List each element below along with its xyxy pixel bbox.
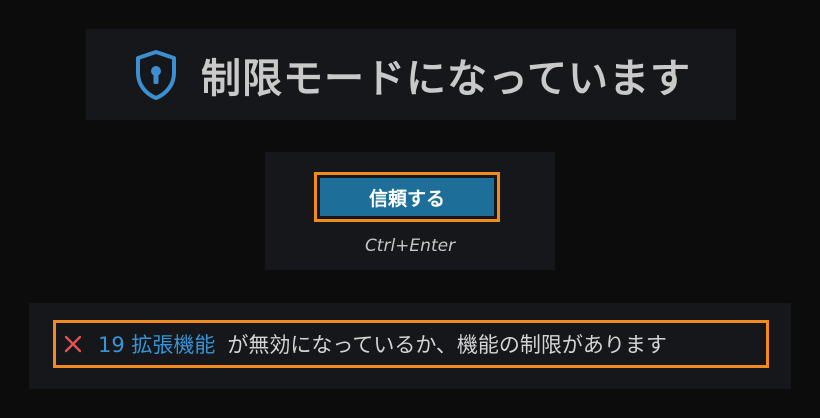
restriction-message: が無効になっているか、機能の制限があります xyxy=(227,333,667,357)
shield-icon xyxy=(131,48,181,102)
trust-button-label: 信頼する xyxy=(320,178,494,216)
close-x-icon xyxy=(62,333,84,355)
disabled-extensions-notice: 19 拡張機能 が無効になっているか、機能の制限があります xyxy=(53,320,769,368)
keyboard-shortcut-hint: Ctrl+Enter xyxy=(364,236,456,256)
restricted-mode-header: 制限モードになっています xyxy=(86,29,736,120)
disabled-extensions-link[interactable]: 19 拡張機能 xyxy=(98,329,215,359)
trust-button[interactable]: 信頼する xyxy=(314,172,500,222)
restricted-mode-screen: 制限モードになっています 信頼する Ctrl+Enter 19 拡張機能 が無効… xyxy=(0,0,820,418)
page-title: 制限モードになっています xyxy=(201,55,691,102)
restrictions-panel: 19 拡張機能 が無効になっているか、機能の制限があります xyxy=(29,303,791,389)
trust-panel: 信頼する Ctrl+Enter xyxy=(265,152,555,270)
